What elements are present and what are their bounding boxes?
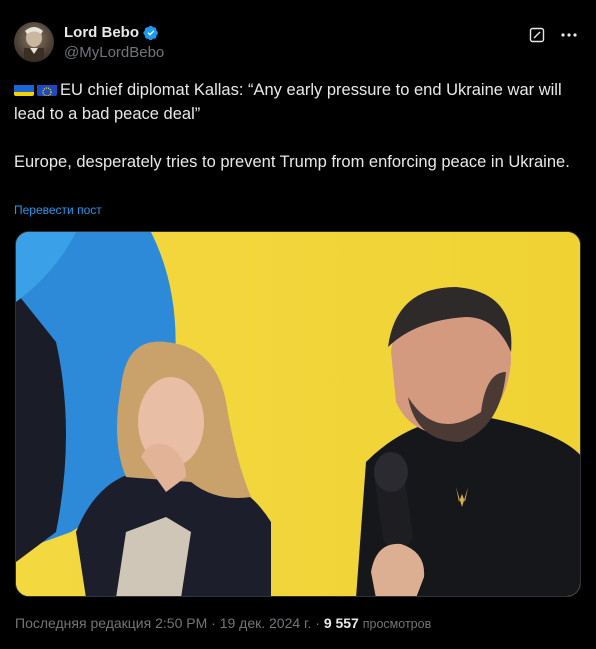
tweet-line-2: Europe, desperately tries to prevent Tru… (14, 153, 570, 171)
eu-flag-icon (37, 82, 57, 96)
tweet-photo[interactable] (15, 231, 581, 597)
tweet-date[interactable]: 19 дек. 2024 г. (220, 615, 312, 631)
avatar-image (24, 27, 44, 62)
verified-badge-icon (143, 25, 159, 41)
more-options-icon[interactable] (560, 26, 578, 44)
tweet-footer: Последняя редакция 2:50 PM · 19 дек. 202… (15, 615, 431, 631)
tweet-header: Lord Bebo @MyLordBebo (14, 22, 582, 66)
views-label: просмотров (362, 617, 432, 631)
edited-label[interactable]: Последняя редакция (15, 615, 151, 631)
views-count: 9 557 (323, 615, 359, 631)
author-avatar[interactable] (14, 22, 54, 62)
author-handle[interactable]: @MyLordBebo (64, 44, 164, 61)
ukraine-flag-icon (14, 82, 34, 96)
edit-history-icon[interactable] (528, 26, 546, 44)
tweet-text: EU chief diplomat Kallas: “Any early pre… (14, 78, 582, 174)
separator: · (315, 615, 320, 631)
photo-image (16, 232, 580, 596)
tweet-line-1: EU chief diplomat Kallas: “Any early pre… (14, 81, 562, 123)
author-display-name[interactable]: Lord Bebo (64, 24, 139, 41)
separator: · (211, 615, 216, 631)
translate-post-link[interactable]: Перевести пост (14, 203, 102, 217)
tweet-time[interactable]: 2:50 PM (155, 615, 207, 631)
